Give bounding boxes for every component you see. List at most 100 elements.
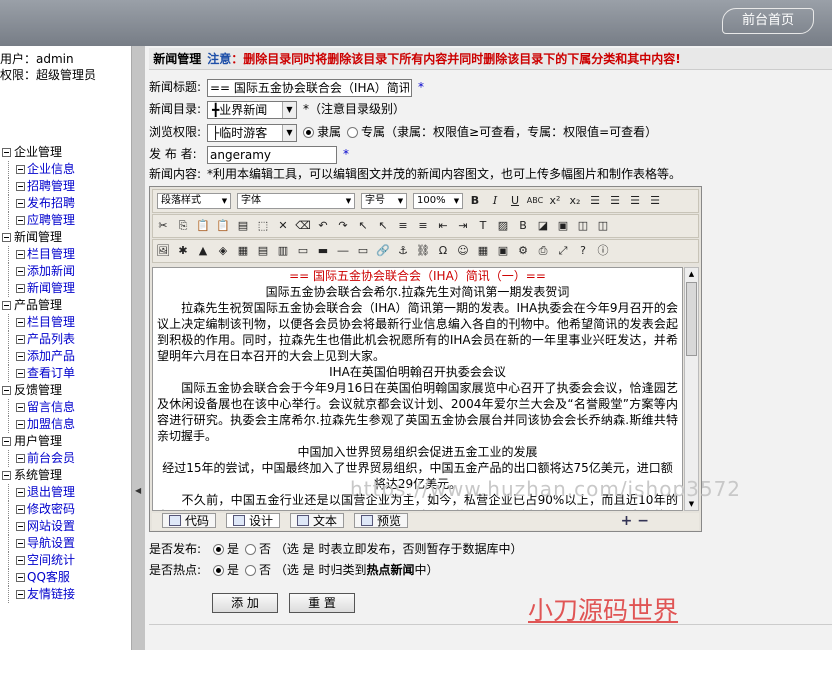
file-icon[interactable]: ◈ [214, 242, 232, 260]
align-right-icon[interactable]: ☰ [626, 192, 644, 210]
collapse-icon[interactable] [2, 437, 11, 446]
collapse-icon[interactable] [2, 386, 11, 395]
layer-icon[interactable]: ◫ [574, 217, 592, 235]
strikethrough-icon[interactable]: ABC [526, 192, 544, 210]
background-color-icon[interactable]: B [514, 217, 532, 235]
media-icon[interactable]: ▲ [194, 242, 212, 260]
sidebar-item-link[interactable]: 网站设置 [27, 519, 75, 533]
pointer-icon[interactable]: ↖ [354, 217, 372, 235]
undo-icon[interactable]: ↶ [314, 217, 332, 235]
perm-radio-belong[interactable] [303, 127, 314, 138]
sidebar-item[interactable]: 发布招聘 [2, 195, 75, 212]
sidebar-item[interactable]: 栏目管理 [2, 314, 75, 331]
sidebar-item-link[interactable]: 栏目管理 [27, 247, 75, 261]
reset-button[interactable]: 重 置 [289, 593, 355, 613]
highlight-icon[interactable]: ▨ [494, 217, 512, 235]
publish-no-radio[interactable] [245, 544, 257, 555]
sidebar-item-link[interactable]: 招聘管理 [27, 179, 75, 193]
sidebar-item[interactable]: 新闻管理 [2, 280, 75, 297]
sidebar-item[interactable]: 空间统计 [2, 552, 75, 569]
zoom-select[interactable]: 100% ▼ [413, 193, 463, 209]
sidebar-group[interactable]: 企业管理 [2, 144, 75, 161]
sidebar-group[interactable]: 产品管理 [2, 297, 75, 314]
sidebar-group[interactable]: 新闻管理 [2, 229, 75, 246]
collapse-icon[interactable] [2, 148, 11, 157]
hr-icon[interactable]: ― [334, 242, 352, 260]
sidebar-splitter[interactable]: ◀ [131, 46, 145, 650]
sidebar-item-link[interactable]: 发布招聘 [27, 196, 75, 210]
publish-yes-radio[interactable] [213, 544, 224, 555]
sidebar-group[interactable]: 用户管理 [2, 433, 75, 450]
sidebar-item-link[interactable]: 留言信息 [27, 400, 75, 414]
style-select[interactable]: 段落样式 ▼ [157, 193, 231, 209]
table-row-icon[interactable]: ▤ [254, 242, 272, 260]
sidebar-group[interactable]: 系统管理 [2, 467, 75, 484]
special-char-icon[interactable]: Ω [434, 242, 452, 260]
select-all-icon[interactable]: ⬚ [254, 217, 272, 235]
sidebar-item-link[interactable]: 应聘管理 [27, 213, 75, 227]
sidebar-item[interactable]: 招聘管理 [2, 178, 75, 195]
sidebar-item[interactable]: 退出管理 [2, 484, 75, 501]
redo-icon[interactable]: ↷ [334, 217, 352, 235]
sidebar-item[interactable]: 友情链接 [2, 586, 75, 603]
mode-design-tab[interactable]: 设计 [226, 513, 281, 528]
pointer-alt-icon[interactable]: ↖ [374, 217, 392, 235]
sidebar-item-link[interactable]: 查看订单 [27, 366, 75, 380]
italic-icon[interactable]: I [486, 192, 504, 210]
unordered-list-icon[interactable]: ≡ [414, 217, 432, 235]
link-icon[interactable]: 🔗 [374, 242, 392, 260]
collapse-icon[interactable] [2, 233, 11, 242]
eraser-icon[interactable]: ⌫ [294, 217, 312, 235]
sidebar-item[interactable]: 留言信息 [2, 399, 75, 416]
text-color-icon[interactable]: T [474, 217, 492, 235]
scroll-up-icon[interactable]: ▲ [686, 268, 697, 280]
sidebar-item[interactable]: 添加新闻 [2, 263, 75, 280]
flash-icon[interactable]: ✱ [174, 242, 192, 260]
table-icon[interactable]: ▦ [234, 242, 252, 260]
calculator-icon[interactable]: ▣ [494, 242, 512, 260]
marquee-icon[interactable]: ▬ [314, 242, 332, 260]
collapse-icon[interactable] [2, 471, 11, 480]
scroll-thumb[interactable] [686, 282, 697, 356]
sidebar-item[interactable]: 产品列表 [2, 331, 75, 348]
editor-content-area[interactable]: == 国际五金协会联合会（IHA）简讯（一）== 国际五金协会联合会希尔.拉森先生… [152, 267, 683, 511]
sidebar-item-link[interactable]: 导航设置 [27, 536, 75, 550]
emoticon-icon[interactable]: ☺ [454, 242, 472, 260]
mode-text-tab[interactable]: 文本 [290, 513, 345, 528]
gear-icon[interactable]: ⚙ [514, 242, 532, 260]
sidebar-item[interactable]: 修改密码 [2, 501, 75, 518]
textbox-icon[interactable]: ▭ [354, 242, 372, 260]
page-break-icon[interactable]: ⎙ [534, 242, 552, 260]
font-select[interactable]: 字体 ▼ [237, 193, 355, 209]
fill-icon[interactable]: ◪ [534, 217, 552, 235]
sidebar-item[interactable]: 网站设置 [2, 518, 75, 535]
align-justify-icon[interactable]: ☰ [646, 192, 664, 210]
sidebar-item[interactable]: 应聘管理 [2, 212, 75, 229]
delete-icon[interactable]: ✕ [274, 217, 292, 235]
sidebar-item-link[interactable]: 前台会员 [27, 451, 75, 465]
sidebar-item[interactable]: 前台会员 [2, 450, 75, 467]
unlink-icon[interactable]: ⛓ [414, 242, 432, 260]
sidebar-item[interactable]: 加盟信息 [2, 416, 75, 433]
hot-no-radio[interactable] [245, 565, 257, 576]
help-icon[interactable]: ? [574, 242, 592, 260]
perm-radio-exclusive[interactable] [347, 127, 359, 138]
anchor-icon[interactable]: ⚓ [394, 242, 412, 260]
ordered-list-icon[interactable]: ≡ [394, 217, 412, 235]
date-icon[interactable]: ▦ [474, 242, 492, 260]
editor-scrollbar[interactable]: ▲ ▼ [684, 267, 699, 511]
sidebar-item[interactable]: 查看订单 [2, 365, 75, 382]
paste-word-icon[interactable]: ▤ [234, 217, 252, 235]
subscript-icon[interactable]: x₂ [566, 192, 584, 210]
sidebar-item[interactable]: 企业信息 [2, 161, 75, 178]
collapse-icon[interactable] [2, 301, 11, 310]
sidebar-item[interactable]: 栏目管理 [2, 246, 75, 263]
copy-icon[interactable]: ⎘ [174, 217, 192, 235]
bold-icon[interactable]: B [466, 192, 484, 210]
align-left-icon[interactable]: ☰ [586, 192, 604, 210]
title-input[interactable] [207, 78, 412, 97]
sidebar-item-link[interactable]: 修改密码 [27, 502, 75, 516]
paste-icon[interactable]: 📋 [194, 217, 212, 235]
sidebar-item-link[interactable]: 新闻管理 [27, 281, 75, 295]
add-button[interactable]: 添 加 [212, 593, 278, 613]
